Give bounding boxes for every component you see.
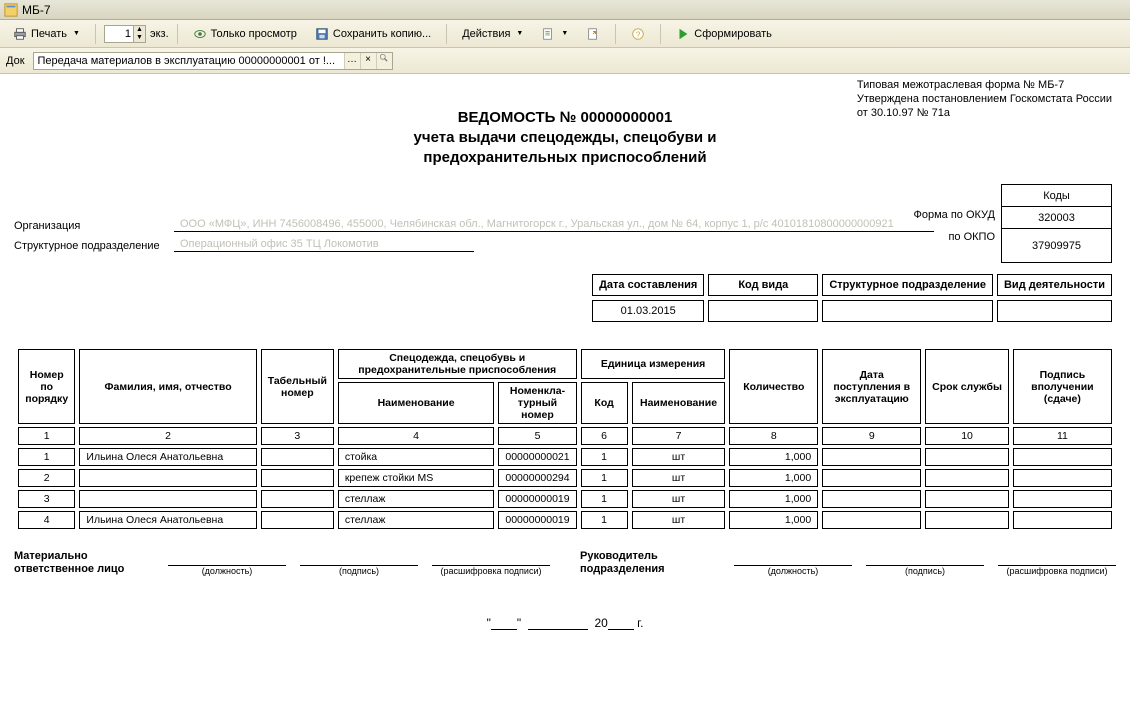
generate-button[interactable]: Сформировать xyxy=(669,24,779,44)
dept-value: Операционный офис 35 ТЦ Локомотив xyxy=(174,238,474,252)
copies-input[interactable] xyxy=(105,27,133,41)
toolbar-separator xyxy=(177,24,178,44)
okud-label: Форма по ОКУД xyxy=(914,204,996,226)
toolbar-separator xyxy=(660,24,661,44)
doc-bar: Док Передача материалов в эксплуатацию 0… xyxy=(0,48,1130,74)
view-only-label: Только просмотр xyxy=(211,28,297,40)
toolbar-separator xyxy=(95,24,96,44)
lookup-button[interactable] xyxy=(376,53,392,69)
meta-h3: Структурное подразделение xyxy=(822,274,993,296)
floppy-icon xyxy=(315,27,329,41)
doc-out-icon xyxy=(586,27,600,41)
play-icon xyxy=(676,27,690,41)
magnifier-icon xyxy=(379,53,389,63)
generate-label: Сформировать xyxy=(694,28,772,40)
sign-right-post xyxy=(734,550,852,566)
codes-header: Коды xyxy=(1002,185,1112,207)
col-tab: Табельный номер xyxy=(261,349,334,424)
col-sign: Подпись вполучении (сдаче) xyxy=(1013,349,1112,424)
meta-activity xyxy=(997,300,1112,322)
chevron-down-icon: ▼ xyxy=(516,30,523,37)
toolbar-separator xyxy=(446,24,447,44)
okpo-value: 37909975 xyxy=(1002,229,1112,263)
col-ucode: Код xyxy=(581,382,628,424)
toolbar-separator xyxy=(615,24,616,44)
col-item: Наименование xyxy=(338,382,495,424)
help-icon: ? xyxy=(631,27,645,41)
meta-table: Дата составления Код вида Структурное по… xyxy=(588,270,1116,326)
meta-dept xyxy=(822,300,993,322)
clear-button[interactable]: × xyxy=(360,53,376,69)
table-row: 2крепеж стойки MS000000002941шт1,000 xyxy=(18,469,1112,487)
doc-label: Док xyxy=(6,55,25,67)
main-data-table: Номер по порядку Фамилия, имя, отчество … xyxy=(14,346,1116,532)
sign-right-name xyxy=(998,550,1116,566)
chevron-down-icon: ▼ xyxy=(561,30,568,37)
copies-label: экз. xyxy=(150,28,169,40)
meta-h2: Код вида xyxy=(708,274,818,296)
meta-h4: Вид деятельности xyxy=(997,274,1112,296)
okud-value: 320003 xyxy=(1002,207,1112,229)
col-qty: Количество xyxy=(729,349,818,424)
view-only-button[interactable]: Только просмотр xyxy=(186,24,304,44)
sign-left-label: Материально ответственное лицо xyxy=(14,550,154,576)
table-row: 1Ильина Олеся Анатольевнастойка000000000… xyxy=(18,448,1112,466)
sign-right-label: Руководитель подразделения xyxy=(580,550,720,576)
app-icon xyxy=(4,3,18,17)
print-label: Печать xyxy=(31,28,67,40)
okpo-label: по ОКПО xyxy=(914,226,996,248)
sign-right-sign xyxy=(866,550,984,566)
col-date: Дата поступления в эксплуатацию xyxy=(822,349,921,424)
col-fio: Фамилия, имя, отчество xyxy=(79,349,256,424)
doc-icon xyxy=(541,27,555,41)
meta-code xyxy=(708,300,818,322)
col-n: Номер по порядку xyxy=(18,349,75,424)
date-line: "" 20 г. xyxy=(14,616,1116,630)
print-button[interactable]: Печать ▼ xyxy=(6,24,87,44)
codes-block: Форма по ОКУД по ОКПО Коды 320003 379099… xyxy=(914,184,1113,263)
copies-spinner[interactable]: ▲ ▼ xyxy=(104,25,146,43)
signatures-block: Материально ответственное лицо (должност… xyxy=(14,550,1116,576)
save-copy-label: Сохранить копию... xyxy=(333,28,431,40)
table-row: 4Ильина Олеся Анатольевнастеллаж00000000… xyxy=(18,511,1112,529)
col-spec-group: Спецодежда, спецобувь и предохранительны… xyxy=(338,349,577,379)
doc-field[interactable]: Передача материалов в эксплуатацию 00000… xyxy=(33,52,393,70)
dept-label: Структурное подразделение xyxy=(14,240,174,252)
col-uname: Наименование xyxy=(632,382,726,424)
table-row: 3стеллаж000000000191шт1,000 xyxy=(18,490,1112,508)
main-toolbar: Печать ▼ ▲ ▼ экз. Только просмотр Сохран… xyxy=(0,20,1130,48)
org-label: Организация xyxy=(14,220,174,232)
spinner-down[interactable]: ▼ xyxy=(133,34,145,42)
meta-h1: Дата составления xyxy=(592,274,704,296)
actions-label: Действия xyxy=(462,28,510,40)
org-value: ООО «МФЦ», ИНН 7456008496, 455000, Челяб… xyxy=(174,218,934,232)
doc-value: Передача материалов в эксплуатацию 00000… xyxy=(38,55,344,67)
sign-left-post xyxy=(168,550,286,566)
sign-left-name xyxy=(432,550,550,566)
save-copy-button[interactable]: Сохранить копию... xyxy=(308,24,438,44)
printer-icon xyxy=(13,27,27,41)
meta-date: 01.03.2015 xyxy=(592,300,704,322)
col-nomen: Номенкла-турный номер xyxy=(498,382,576,424)
document-page: Типовая межотраслевая форма № МБ-7 Утвер… xyxy=(0,74,1130,650)
sign-left-sign xyxy=(300,550,418,566)
ellipsis-button[interactable]: … xyxy=(344,53,360,69)
action-icon-2[interactable] xyxy=(579,24,607,44)
form-approval-text: Типовая межотраслевая форма № МБ-7 Утвер… xyxy=(857,78,1112,120)
eye-icon xyxy=(193,27,207,41)
col-life: Срок службы xyxy=(925,349,1008,424)
window-titlebar: МБ-7 xyxy=(0,0,1130,20)
window-title: МБ-7 xyxy=(22,3,51,17)
spinner-up[interactable]: ▲ xyxy=(133,26,145,34)
action-icon-1[interactable]: ▼ xyxy=(534,24,575,44)
actions-button[interactable]: Действия ▼ xyxy=(455,25,530,43)
col-unit-group: Единица измерения xyxy=(581,349,726,379)
chevron-down-icon: ▼ xyxy=(73,30,80,37)
svg-text:?: ? xyxy=(636,30,641,39)
help-button[interactable]: ? xyxy=(624,24,652,44)
